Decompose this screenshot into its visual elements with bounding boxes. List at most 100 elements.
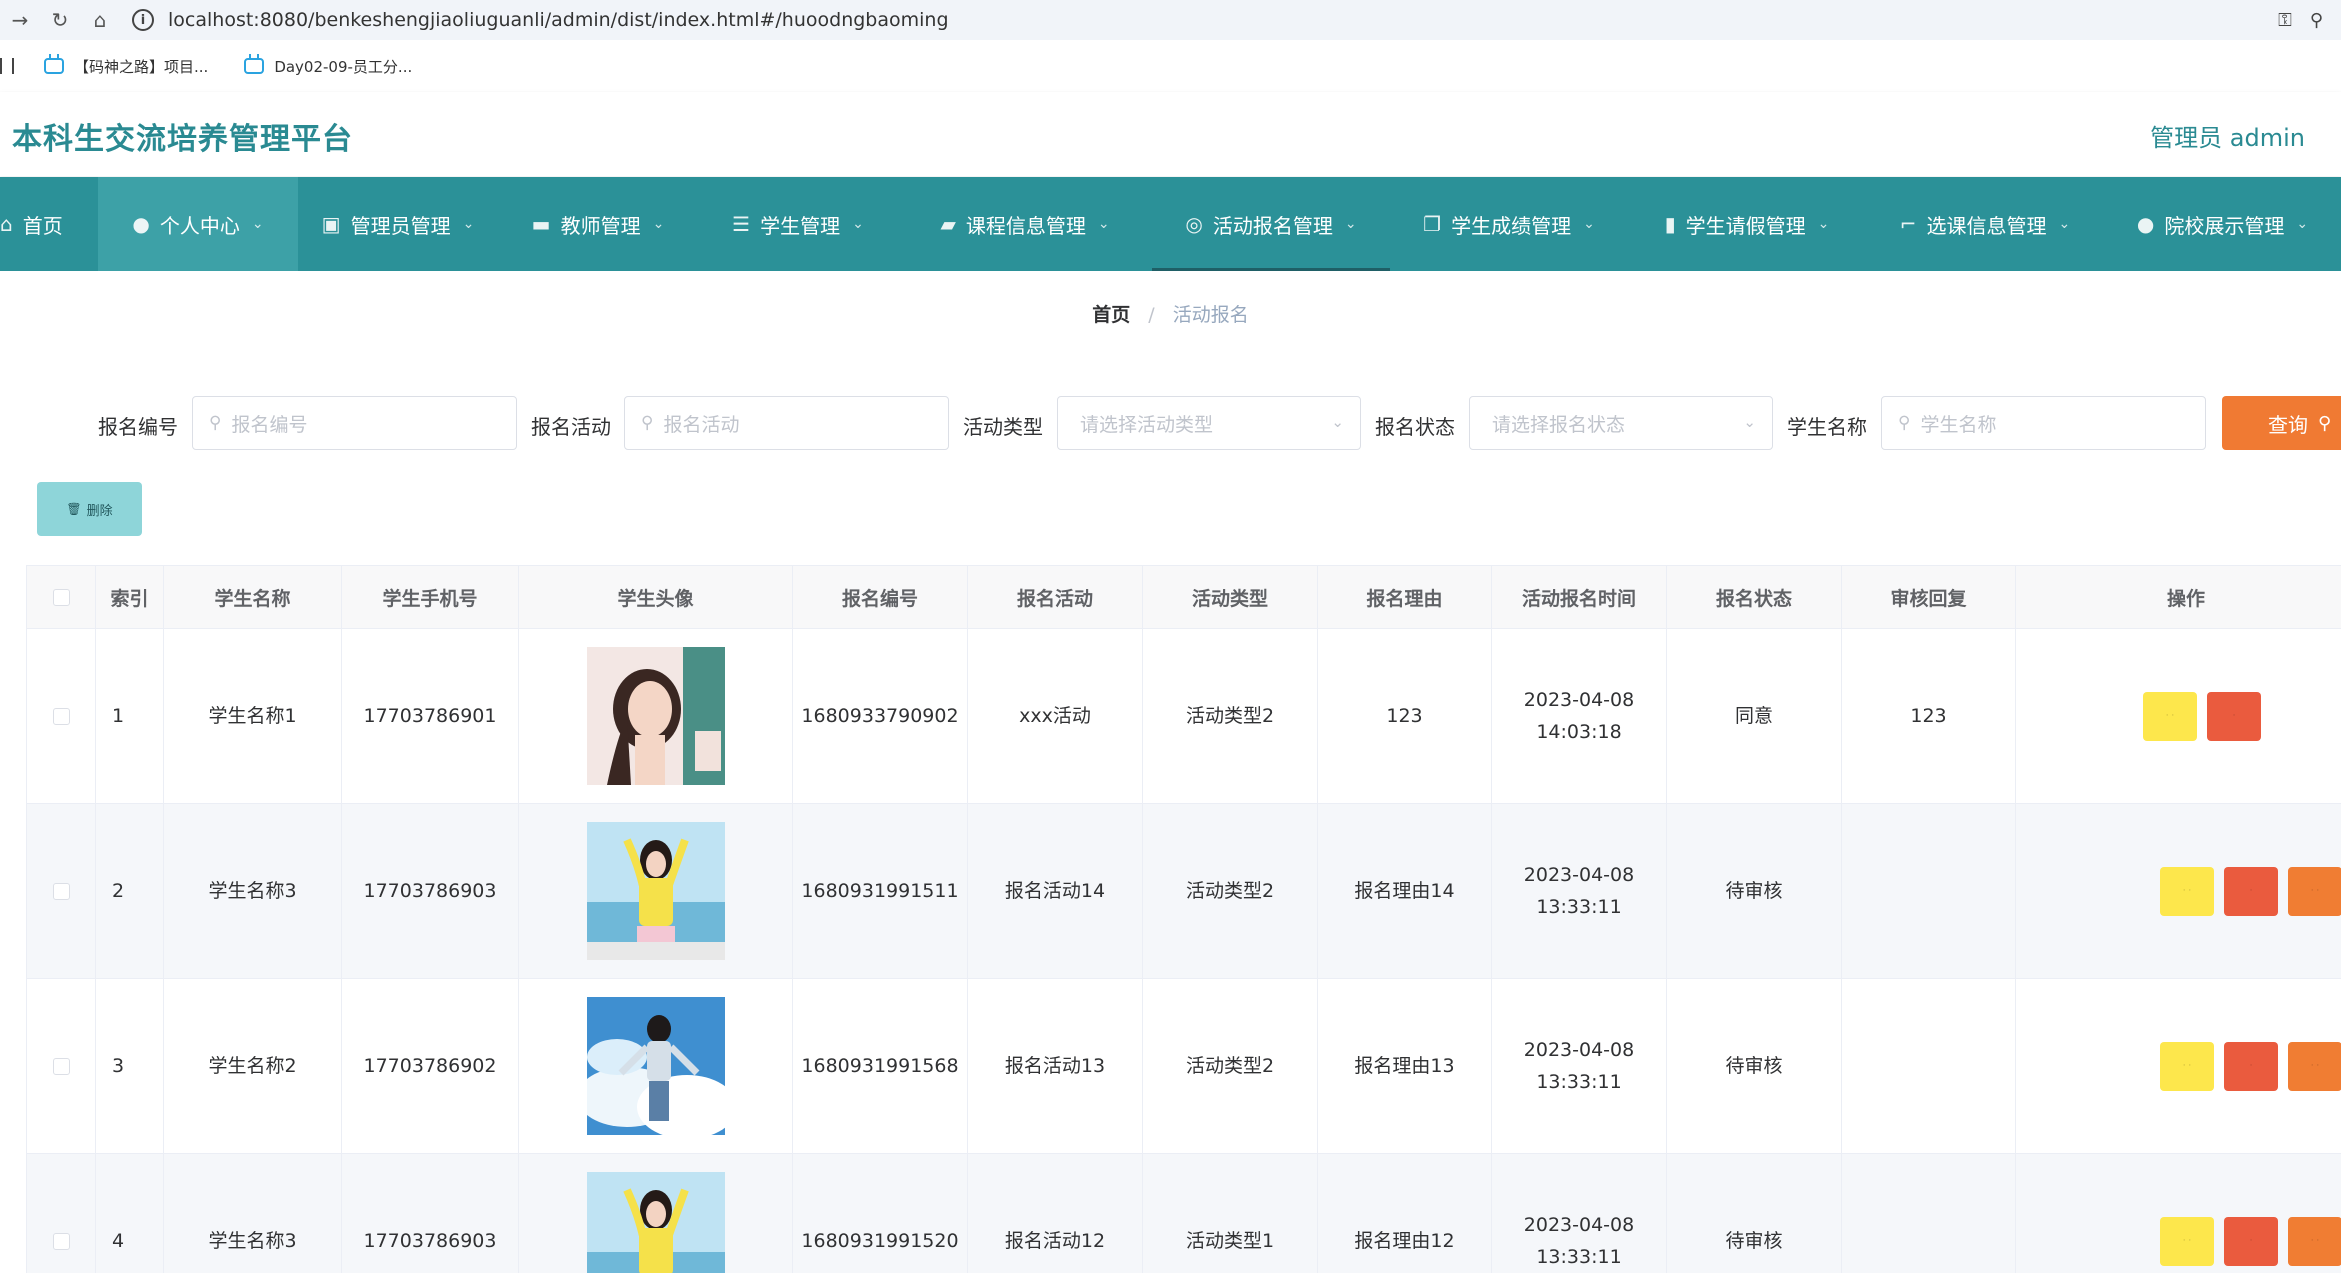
chevron-down-icon: ⌄	[652, 216, 665, 232]
chevron-down-icon: ⌄	[1097, 216, 1110, 232]
review-reply-cell: 123	[1841, 628, 2016, 804]
index-cell: 3	[95, 978, 164, 1154]
column-header: 操作	[2015, 565, 2341, 629]
nav-item-teacher-management[interactable]: ▬ 教师管理 ⌄	[498, 177, 698, 271]
review-button[interactable]: · ·	[2288, 1041, 2341, 1091]
signup-activity-label: 报名活动	[531, 415, 611, 439]
review-button[interactable]: · ·	[2288, 866, 2341, 916]
signup-reason-cell: 报名理由13	[1317, 978, 1492, 1154]
actions-cell: · · ·	[2015, 628, 2341, 804]
table-row: 4 学生名称3 17703786903 1680931991520 报名活动12…	[26, 1153, 2341, 1273]
nav-item-admin-management[interactable]: ▣ 管理员管理 ⌄	[298, 177, 498, 271]
row-select-cell[interactable]	[26, 628, 96, 804]
location-icon: ●	[2136, 212, 2155, 236]
table-row: 1 学生名称1 17703786901 1680933790902 xxx活动 …	[26, 628, 2341, 804]
site-info-icon[interactable]: i	[132, 9, 154, 31]
row-select-cell[interactable]	[26, 803, 96, 979]
signup-activity-cell: 报名活动12	[967, 1153, 1143, 1273]
index-cell: 1	[95, 628, 164, 804]
signup-status-label: 报名状态	[1375, 415, 1455, 439]
query-button[interactable]: 查询 ⚲	[2222, 396, 2341, 450]
row-checkbox[interactable]	[52, 1233, 70, 1250]
nav-item-home[interactable]: ⌂ 首页	[0, 177, 98, 271]
select-all-cell[interactable]	[26, 565, 96, 629]
signup-status-cell: 待审核	[1666, 1153, 1842, 1273]
activity-type-label: 活动类型	[963, 415, 1043, 439]
nav-item-school-display[interactable]: ● 院校展示管理 ⌄	[2104, 177, 2341, 271]
row-checkbox[interactable]	[52, 1058, 70, 1075]
nav-item-activity-signup[interactable]: ◎ 活动报名管理 ⌄	[1152, 177, 1390, 271]
review-reply-cell	[1841, 1153, 2016, 1273]
chevron-down-icon: ⌄	[1344, 216, 1357, 232]
activity-type-select[interactable]: 请选择活动类型 ⌄	[1057, 396, 1361, 450]
actions-cell: · · · · ·	[2015, 978, 2341, 1154]
student-name-label: 学生名称	[1787, 415, 1867, 439]
bookmark-item[interactable]: Day02-09-员工分...	[244, 54, 412, 77]
user-icon: ●	[132, 212, 150, 236]
key-icon[interactable]: ⚿	[2278, 10, 2292, 31]
signup-status-select[interactable]: 请选择报名状态 ⌄	[1469, 396, 1773, 450]
activity-type-cell: 活动类型2	[1142, 803, 1318, 979]
row-select-cell[interactable]	[26, 1153, 96, 1273]
nav-item-student-management[interactable]: ☰ 学生管理 ⌄	[698, 177, 898, 271]
address-bar[interactable]: i localhost:8080/benkeshengjiaoliuguanli…	[132, 9, 949, 31]
signup-status-cell: 待审核	[1666, 803, 1842, 979]
signup-code-placeholder: 报名编号	[231, 413, 308, 436]
delete-button[interactable]: 🗑 删除	[37, 482, 142, 536]
nav-item-label: 选课信息管理	[1926, 213, 2047, 238]
signup-activity-cell: 报名活动13	[967, 978, 1143, 1154]
forward-icon[interactable]: →	[0, 0, 40, 40]
url-text[interactable]: localhost:8080/benkeshengjiaoliuguanli/a…	[168, 9, 949, 31]
signup-code-cell: 1680933790902	[792, 628, 968, 804]
more-icon[interactable]: ⋮	[2331, 118, 2341, 146]
main-nav: ⌂ 首页 ● 个人中心 ⌄ ▣ 管理员管理 ⌄ ▬ 教师管理 ⌄ ☰ 学生管理 …	[0, 177, 2341, 271]
bookmark-item[interactable]: 【码神之路】项目...	[44, 54, 208, 77]
apps-icon[interactable]	[0, 58, 14, 74]
nav-item-leave-management[interactable]: ▮ 学生请假管理 ⌄	[1628, 177, 1866, 271]
nav-item-label: 学生成绩管理	[1451, 213, 1572, 238]
activity-type-placeholder: 请选择活动类型	[1080, 413, 1214, 436]
breadcrumb-home[interactable]: 首页	[1092, 304, 1130, 326]
nav-item-label: 活动报名管理	[1212, 213, 1333, 238]
delete-row-button[interactable]: ·	[2224, 1216, 2278, 1266]
student-name-cell: 学生名称3	[163, 1153, 342, 1273]
signup-activity-cell: 报名活动14	[967, 803, 1143, 979]
app-header: 本科生交流培养管理平台 管理员 admin ⋮	[0, 92, 2341, 176]
nav-item-label: 院校展示管理	[2164, 213, 2285, 238]
nav-item-course-selection[interactable]: ⌐ 选课信息管理 ⌄	[1866, 177, 2104, 271]
column-header: 学生头像	[518, 565, 793, 629]
signup-activity-input[interactable]: ⚲ 报名活动	[624, 396, 949, 450]
row-select-cell[interactable]	[26, 978, 96, 1154]
user-menu[interactable]: 管理员 admin	[2150, 118, 2305, 153]
nav-item-label: 学生请假管理	[1685, 213, 1806, 238]
signup-time-cell: 2023-04-08 14:03:18	[1491, 628, 1667, 804]
signup-time-cell: 2023-04-08 13:33:11	[1491, 978, 1667, 1154]
detail-button[interactable]: · ·	[2160, 1216, 2214, 1266]
delete-row-button[interactable]: ·	[2224, 866, 2278, 916]
detail-button[interactable]: · ·	[2160, 866, 2214, 916]
signup-code-cell: 1680931991568	[792, 978, 968, 1154]
chevron-down-icon: ⌄	[251, 216, 264, 232]
student-name-input[interactable]: ⚲ 学生名称	[1881, 396, 2206, 450]
signup-status-placeholder: 请选择报名状态	[1492, 413, 1626, 436]
zoom-icon[interactable]: ⚲	[2310, 10, 2323, 31]
reload-icon[interactable]: ↻	[40, 0, 80, 40]
signup-code-input[interactable]: ⚲ 报名编号	[192, 396, 517, 450]
row-checkbox[interactable]	[52, 708, 70, 725]
nav-item-grade-management[interactable]: ❐ 学生成绩管理 ⌄	[1390, 177, 1628, 271]
select-all-checkbox[interactable]	[52, 589, 70, 606]
student-name-cell: 学生名称3	[163, 803, 342, 979]
nav-item-course-management[interactable]: ▰ 课程信息管理 ⌄	[898, 177, 1152, 271]
review-button[interactable]: · ·	[2288, 1216, 2341, 1266]
column-header: 报名理由	[1317, 565, 1492, 629]
delete-row-button[interactable]: ·	[2224, 1041, 2278, 1091]
delete-row-button[interactable]: ·	[2207, 691, 2261, 741]
detail-button[interactable]: · ·	[2143, 691, 2197, 741]
home-browser-icon[interactable]: ⌂	[80, 0, 120, 40]
column-header: 活动类型	[1142, 565, 1318, 629]
nav-item-personal-center[interactable]: ● 个人中心 ⌄	[98, 177, 298, 271]
trash-icon: 🗑	[66, 502, 82, 516]
detail-button[interactable]: · ·	[2160, 1041, 2214, 1091]
row-checkbox[interactable]	[52, 883, 70, 900]
wallet-icon: ▰	[940, 212, 956, 236]
